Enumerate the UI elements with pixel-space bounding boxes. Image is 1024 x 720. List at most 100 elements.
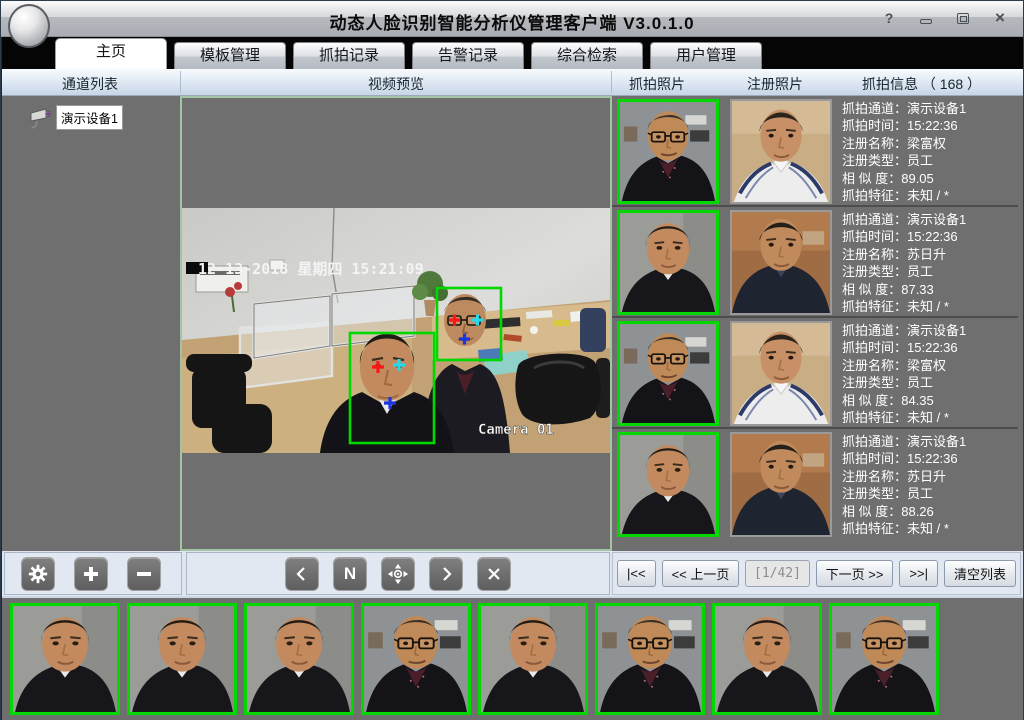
info-type: 注册类型：员工	[842, 374, 1018, 391]
info-time: 抓拍时间：15:22:36	[842, 228, 1018, 245]
video-preview-header: 视频预览	[368, 74, 424, 94]
info-channel: 抓拍通道：演示设备1	[842, 211, 1018, 228]
info-feature: 抓拍特征：未知 / *	[842, 187, 1018, 204]
info-time: 抓拍时间：15:22:36	[842, 117, 1018, 134]
info-similarity: 相 似 度：84.35	[842, 392, 1018, 409]
ptz-control-button[interactable]	[381, 557, 415, 591]
info-similarity: 相 似 度：88.26	[842, 503, 1018, 520]
settings-button[interactable]	[21, 557, 55, 591]
channel-toolbar	[4, 552, 182, 595]
minus-icon	[134, 564, 154, 584]
pagination-bar: |<< << 上一页 [1/42] 下一页 >> >>| 清空列表	[612, 552, 1021, 595]
face-thumbnail[interactable]	[10, 603, 120, 715]
maximize-icon	[957, 13, 969, 24]
info-time: 抓拍时间：15:22:36	[842, 339, 1018, 356]
info-feature: 抓拍特征：未知 / *	[842, 409, 1018, 426]
register-photo[interactable]	[730, 99, 832, 204]
video-preview-panel[interactable]: 12-13-2018 星期四 15:21:09 Camera 01	[180, 96, 612, 551]
face-thumbnail[interactable]	[595, 603, 705, 715]
register-photo-header: 注册照片	[747, 74, 803, 94]
help-button[interactable]: ?	[880, 10, 898, 26]
capture-photo[interactable]	[617, 99, 719, 204]
add-channel-button[interactable]	[74, 557, 108, 591]
face-thumbnail[interactable]	[244, 603, 354, 715]
video-frame: 12-13-2018 星期四 15:21:09 Camera 01	[182, 208, 610, 453]
register-photo[interactable]	[730, 210, 832, 315]
register-photo[interactable]	[730, 321, 832, 426]
channel-item-demo-device[interactable]: 演示设备1	[28, 105, 123, 130]
bottom-strip	[2, 596, 1023, 720]
close-button[interactable]: ×	[991, 10, 1009, 26]
channel-list-header: 通道列表	[62, 74, 118, 94]
register-photo[interactable]	[730, 432, 832, 537]
face-thumbnail[interactable]	[478, 603, 588, 715]
capture-info: 抓拍通道：演示设备1 抓拍时间：15:22:36 注册名称：苏日升 注册类型：员…	[842, 433, 1018, 537]
channel-list-panel: 演示设备1	[2, 96, 180, 551]
panel-header-bar: 通道列表 视频预览 抓拍照片 注册照片 抓拍信息 （ 168 ）	[2, 69, 1023, 96]
next-page-button[interactable]: 下一页 >>	[816, 560, 894, 587]
tab-search[interactable]: 综合检索	[531, 42, 643, 69]
capture-photo[interactable]	[617, 210, 719, 315]
channel-item-label: 演示设备1	[56, 105, 123, 130]
capture-row: 抓拍通道：演示设备1 抓拍时间：15:22:36 注册名称：梁富权 注册类型：员…	[612, 318, 1018, 429]
info-name: 注册名称：梁富权	[842, 135, 1018, 152]
info-similarity: 相 似 度：87.33	[842, 281, 1018, 298]
tab-user-mgmt[interactable]: 用户管理	[650, 42, 762, 69]
x-icon	[485, 565, 503, 583]
capture-photo-header: 抓拍照片	[629, 74, 685, 94]
main-area: 演示设备1	[2, 96, 1023, 551]
capture-info: 抓拍通道：演示设备1 抓拍时间：15:22:36 注册名称：苏日升 注册类型：员…	[842, 211, 1018, 315]
maximize-button[interactable]	[954, 10, 972, 26]
tab-bar: 主页 模板管理 抓拍记录 告警记录 综合检索 用户管理	[2, 37, 1023, 69]
capture-photo[interactable]	[617, 432, 719, 537]
face-thumbnail[interactable]	[361, 603, 471, 715]
next-channel-button[interactable]	[429, 557, 463, 591]
prev-page-button[interactable]: << 上一页	[662, 560, 740, 587]
page-indicator: [1/42]	[745, 560, 809, 587]
info-feature: 抓拍特征：未知 / *	[842, 298, 1018, 315]
capture-rows: 抓拍通道：演示设备1 抓拍时间：15:22:36 注册名称：梁富权 注册类型：员…	[612, 96, 1018, 551]
minimize-icon	[920, 19, 932, 24]
remove-channel-button[interactable]	[127, 557, 161, 591]
tab-template-mgmt[interactable]: 模板管理	[174, 42, 286, 69]
capture-info: 抓拍通道：演示设备1 抓拍时间：15:22:36 注册名称：梁富权 注册类型：员…	[842, 100, 1018, 204]
toolbar-row: N	[2, 551, 1023, 596]
video-toolbar: N	[186, 552, 610, 595]
prev-channel-button[interactable]	[285, 557, 319, 591]
info-similarity: 相 似 度：89.05	[842, 170, 1018, 187]
info-type: 注册类型：员工	[842, 485, 1018, 502]
minimize-button[interactable]	[917, 10, 935, 26]
face-thumbnail[interactable]	[712, 603, 822, 715]
tab-alarm-records[interactable]: 告警记录	[412, 42, 524, 69]
info-type: 注册类型：员工	[842, 263, 1018, 280]
face-thumbnail[interactable]	[127, 603, 237, 715]
face-thumbnail[interactable]	[829, 603, 939, 715]
info-name: 注册名称：梁富权	[842, 357, 1018, 374]
info-channel: 抓拍通道：演示设备1	[842, 433, 1018, 450]
title-bar: 动态人脸识别智能分析仪管理客户端 V3.0.1.0 ? ×	[1, 1, 1023, 37]
app-window: 动态人脸识别智能分析仪管理客户端 V3.0.1.0 ? × 主页 模板管理 抓拍…	[0, 0, 1024, 720]
clear-list-button[interactable]: 清空列表	[944, 560, 1016, 587]
stop-video-button[interactable]	[477, 557, 511, 591]
app-logo	[8, 4, 50, 48]
tab-home[interactable]: 主页	[55, 38, 167, 69]
info-channel: 抓拍通道：演示设备1	[842, 100, 1018, 117]
plus-icon	[81, 564, 101, 584]
info-feature: 抓拍特征：未知 / *	[842, 520, 1018, 537]
window-title: 动态人脸识别智能分析仪管理客户端 V3.0.1.0	[1, 9, 1023, 34]
capture-row: 抓拍通道：演示设备1 抓拍时间：15:22:36 注册名称：苏日升 注册类型：员…	[612, 429, 1018, 540]
info-name: 注册名称：苏日升	[842, 246, 1018, 263]
gear-icon	[27, 563, 49, 585]
capture-row: 抓拍通道：演示设备1 抓拍时间：15:22:36 注册名称：苏日升 注册类型：员…	[612, 207, 1018, 318]
capture-photo[interactable]	[617, 321, 719, 426]
first-page-button[interactable]: |<<	[617, 560, 656, 587]
info-channel: 抓拍通道：演示设备1	[842, 322, 1018, 339]
capture-row: 抓拍通道：演示设备1 抓拍时间：15:22:36 注册名称：梁富权 注册类型：员…	[612, 96, 1018, 207]
normal-mode-button[interactable]: N	[333, 557, 367, 591]
chevron-left-icon	[293, 565, 311, 583]
info-time: 抓拍时间：15:22:36	[842, 450, 1018, 467]
camera-label-overlay: Camera 01	[478, 422, 554, 438]
tab-capture-records[interactable]: 抓拍记录	[293, 42, 405, 69]
last-page-button[interactable]: >>|	[899, 560, 938, 587]
capture-info: 抓拍通道：演示设备1 抓拍时间：15:22:36 注册名称：梁富权 注册类型：员…	[842, 322, 1018, 426]
